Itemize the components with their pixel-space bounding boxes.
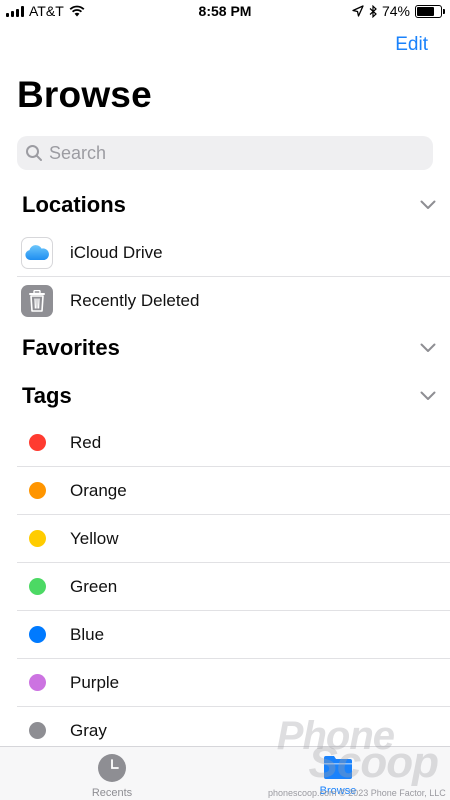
tag-label: Green <box>70 576 118 596</box>
location-item-icloud-drive[interactable]: iCloud Drive <box>17 229 450 277</box>
folder-icon <box>324 756 352 779</box>
watermark-copyright: phonescoop.com © 2023 Phone Factor, LLC <box>268 788 446 798</box>
tag-color-dot <box>29 530 46 547</box>
battery-percent: 74% <box>381 3 410 19</box>
section-title-favorites: Favorites <box>22 335 120 360</box>
tag-label: Blue <box>70 624 105 644</box>
tab-recents[interactable]: Recents <box>62 753 162 799</box>
tag-color-dot <box>29 482 46 499</box>
chevron-down-icon[interactable] <box>420 343 436 353</box>
section-header-locations[interactable]: Locations <box>22 190 436 220</box>
chevron-down-icon[interactable] <box>420 200 436 210</box>
tag-item-yellow[interactable]: Yellow <box>17 515 450 563</box>
section-title-locations: Locations <box>22 192 126 217</box>
section-header-favorites[interactable]: Favorites <box>22 333 436 363</box>
trash-icon <box>21 285 53 317</box>
battery-fill <box>417 6 435 16</box>
tag-item-blue[interactable]: Blue <box>17 611 450 659</box>
clock-icon <box>98 754 126 782</box>
tag-label: Gray <box>70 720 107 740</box>
tag-item-purple[interactable]: Purple <box>17 659 450 707</box>
tag-color-dot <box>29 578 46 595</box>
tag-label: Red <box>70 432 102 452</box>
location-label: Recently Deleted <box>70 291 200 310</box>
tag-color-dot <box>29 626 46 643</box>
tag-label: Purple <box>70 672 120 692</box>
status-right: 74% <box>352 3 445 19</box>
search-placeholder: Search <box>49 142 107 163</box>
section-header-tags[interactable]: Tags <box>22 381 436 411</box>
tag-color-dot <box>29 722 46 739</box>
search-input[interactable]: Search <box>17 136 433 170</box>
tag-label: Yellow <box>70 528 119 548</box>
icloud-icon <box>21 236 53 269</box>
tag-color-dot <box>29 674 46 691</box>
tag-item-red[interactable]: Red <box>17 419 450 467</box>
tag-color-dot <box>29 434 46 451</box>
bluetooth-icon <box>369 4 377 18</box>
section-title-tags: Tags <box>22 383 72 408</box>
page-title: Browse <box>17 74 152 115</box>
battery-icon <box>415 4 445 18</box>
location-arrow-icon <box>352 5 364 17</box>
search-icon <box>26 145 42 161</box>
tag-item-green[interactable]: Green <box>17 563 450 611</box>
location-item-recently-deleted[interactable]: Recently Deleted <box>17 277 450 325</box>
chevron-down-icon[interactable] <box>420 391 436 401</box>
edit-button[interactable]: Edit <box>395 34 428 56</box>
status-bar: AT&T 8:58 PM 74% <box>0 0 450 24</box>
tab-label: Recents <box>91 787 133 799</box>
tag-label: Orange <box>70 480 127 500</box>
tag-item-orange[interactable]: Orange <box>17 467 450 515</box>
location-label: iCloud Drive <box>70 242 163 262</box>
